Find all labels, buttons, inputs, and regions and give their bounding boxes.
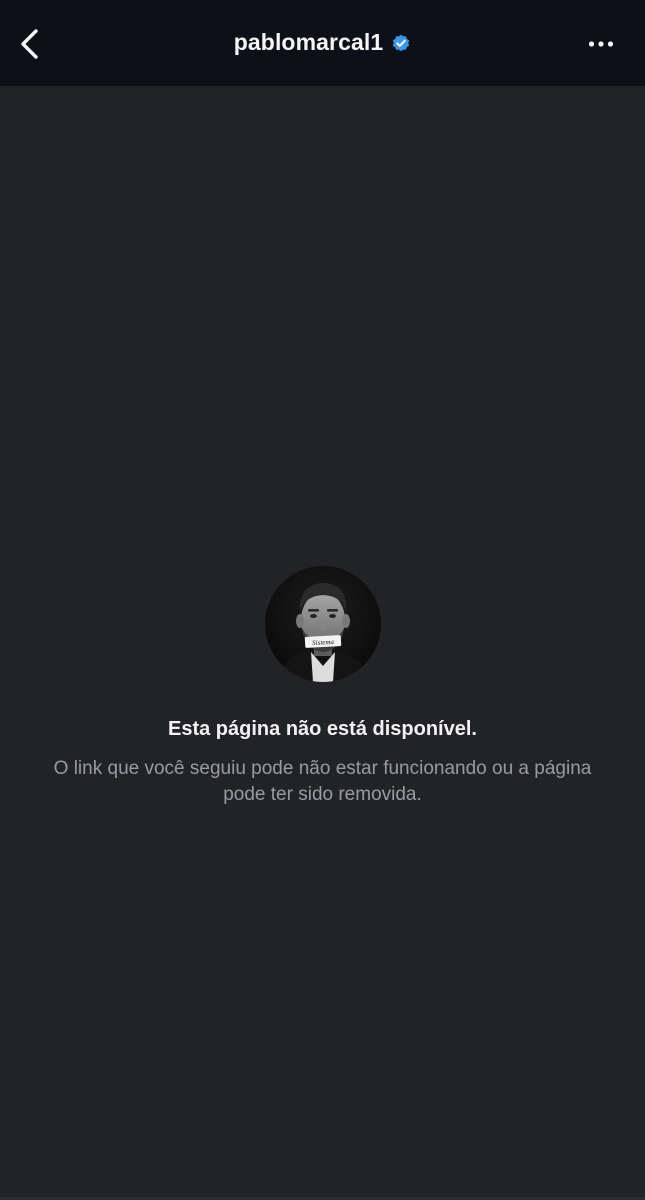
mouth-tape-text: Sistema: [311, 638, 334, 647]
profile-header: pablomarcal1: [0, 29, 645, 56]
unavailable-message: O link que você seguiu pode não estar fu…: [53, 758, 592, 805]
top-navigation-bar: pablomarcal1: [0, 0, 645, 86]
unavailable-page-content: Sistema Esta página não está disponível.…: [0, 566, 645, 808]
profile-avatar: Sistema: [264, 566, 381, 682]
profile-username: pablomarcal1: [233, 29, 384, 55]
verified-badge-icon: [391, 33, 411, 53]
unavailable-title: Esta página não está disponível.: [168, 718, 477, 740]
more-horizontal-icon: [588, 41, 614, 47]
more-options-button[interactable]: [579, 30, 623, 58]
